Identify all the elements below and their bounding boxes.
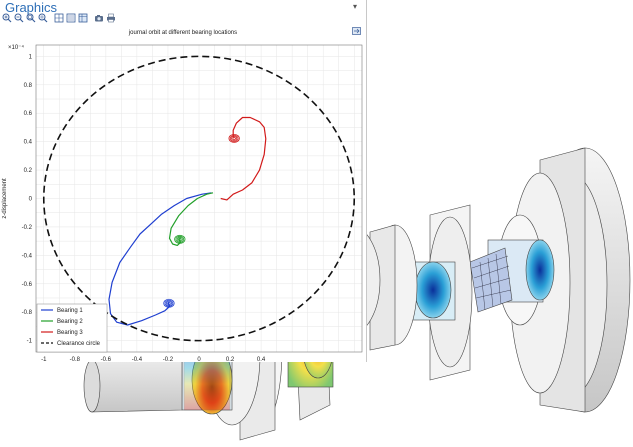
x-tick-label: -0.6 — [101, 357, 112, 362]
orbit-plot[interactable]: -1 -0.8 -0.6 -0.4 -0.2 0 0.2 0.4 1 0.8 0.6 0.4 0.2 0 -… — [0, 0, 366, 362]
orbit-spiral — [178, 237, 182, 241]
legend-label: Bearing 3 — [57, 330, 83, 336]
y-tick-label: -0.8 — [22, 310, 33, 316]
y-tick-label: -0.2 — [22, 225, 33, 231]
y-tick-label: 1 — [29, 54, 33, 60]
legend-label: Bearing 1 — [57, 308, 83, 314]
series-bearing-3 — [220, 116, 267, 201]
x-tick-label: 0.4 — [257, 357, 266, 362]
y-tick-label: 0 — [29, 197, 33, 203]
x-tick-label: -0.2 — [163, 357, 174, 362]
y-multiplier-label: ×10⁻⁴ — [8, 44, 24, 51]
orbit-spiral — [232, 136, 236, 140]
legend: Bearing 1 Bearing 2 Bearing 3 Clearance cir… — [36, 303, 108, 353]
y-tick-label: 0.2 — [24, 168, 33, 174]
y-tick-label: -1 — [27, 339, 33, 345]
y-axis-label: z-displacement — [2, 178, 8, 219]
x-tick-label: 0 — [197, 357, 201, 362]
y-tick-label: 0.4 — [24, 140, 33, 146]
legend-label: Bearing 2 — [57, 319, 83, 325]
y-tick-label: 0.6 — [24, 111, 33, 117]
y-tick-label: -0.4 — [22, 253, 33, 259]
x-tick-label: -0.4 — [132, 357, 143, 362]
graphics-panel: Graphics ▾ journal orbit at different be… — [0, 0, 367, 362]
y-tick-label: -0.6 — [22, 282, 33, 288]
x-tick-label: -1 — [41, 357, 47, 362]
x-tick-label: 0.2 — [226, 357, 235, 362]
y-tick-label: 0.8 — [24, 83, 33, 89]
x-tick-label: -0.8 — [70, 357, 81, 362]
legend-label: Clearance circle — [57, 341, 101, 347]
